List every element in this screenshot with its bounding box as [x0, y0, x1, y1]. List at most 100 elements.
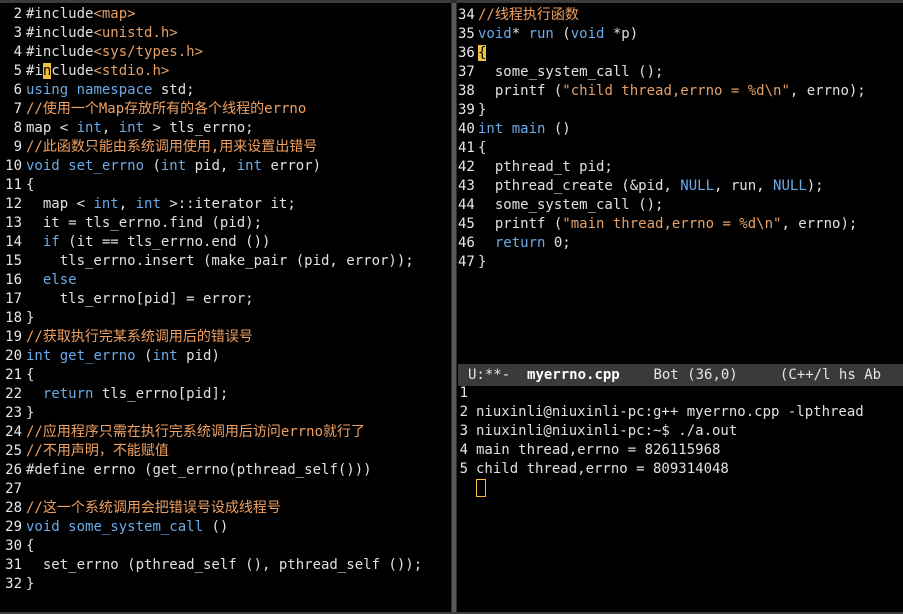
code-line[interactable]: 24//应用程序只需在执行完系统调用后访问errno就行了	[0, 423, 365, 442]
code-line[interactable]: 8 map < int, int > tls_errno;	[0, 119, 254, 138]
code-line[interactable]: 34//线程执行函数	[458, 6, 579, 25]
code-keyword: int	[236, 158, 263, 174]
code-line[interactable]: 43 pthread_create (&pid, NULL, run, NULL…	[458, 177, 824, 196]
code-string: <map>	[93, 6, 136, 22]
code-string: <stdio.h>	[93, 63, 170, 79]
terminal-line[interactable]: 5 child thread,errno = 809314048	[458, 460, 729, 479]
code-text: (it == tls_errno.end ())	[59, 234, 271, 250]
code-line[interactable]: 35 void* run (void *p)	[458, 25, 638, 44]
code-text: tls_errno[pid];	[93, 386, 229, 402]
code-line[interactable]: 17 tls_errno[pid] = error;	[0, 290, 253, 309]
code-line[interactable]: 5 #include<stdio.h>	[0, 62, 169, 81]
line-number: 12	[5, 196, 22, 212]
code-line[interactable]: 46 return 0;	[458, 234, 571, 253]
code-line[interactable]: 12 map < int, int >::iterator it;	[0, 195, 296, 214]
code-line[interactable]: 11{	[0, 176, 34, 195]
buffer-filename[interactable]: myerrno.cpp	[527, 367, 620, 383]
line-number: 32	[5, 576, 22, 592]
code-line[interactable]: 25//不用声明，不能赋值	[0, 442, 169, 461]
code-keyword: int	[160, 158, 187, 174]
line-number: 39	[458, 102, 475, 118]
mode-line-text: U:**- myerrno.cpp Bot (36,0) (C++/l hs A…	[468, 364, 881, 386]
line-number: 45	[458, 216, 475, 232]
vertical-scrollbar[interactable]	[452, 3, 456, 613]
code-line[interactable]: 4 #include<sys/types.h>	[0, 43, 203, 62]
code-text: (	[135, 348, 153, 364]
code-text: }	[478, 102, 487, 118]
code-text: clude	[51, 63, 94, 79]
terminal-line[interactable]: 4 main thread,errno = 826115968	[458, 441, 721, 460]
code-line[interactable]: 32}	[0, 575, 34, 594]
code-line[interactable]: 15 tls_errno.insert (make_pair (pid, err…	[0, 252, 414, 271]
line-number: 4	[13, 44, 22, 60]
code-keyword: int	[93, 196, 119, 212]
code-line[interactable]: 18}	[0, 309, 34, 328]
left-editor-pane[interactable]: 2 #include<map> 3 #include<unistd.h> 4 #inclu…	[0, 0, 450, 614]
code-string: "main thread,errno = %d\n"	[562, 216, 782, 232]
code-line[interactable]: 37 some_system_call ();	[458, 63, 663, 82]
code-line[interactable]: 26 #define errno (get_errno(pthread_self(…	[0, 461, 371, 480]
code-keyword: set_errno	[68, 158, 145, 174]
code-line[interactable]: 39}	[458, 101, 486, 120]
code-line[interactable]: 42 pthread_t pid;	[458, 158, 613, 177]
code-line[interactable]: 16 else	[0, 271, 76, 290]
code-text: std;	[152, 82, 195, 98]
right-editor-pane[interactable]: 34//线程执行函数 35 void* run (void *p) 36{37 som…	[458, 0, 903, 360]
code-line[interactable]: 7//使用一个Map存放所有的各个线程的errno	[0, 100, 307, 119]
code-line[interactable]: 22 return tls_errno[pid];	[0, 385, 228, 404]
line-number: 34	[458, 7, 475, 23]
code-text: >::iterator it;	[160, 196, 296, 212]
terminal-pane[interactable]: 1 2 niuxinli@niuxinli-pc:g++ myerrno.cpp -…	[458, 386, 903, 614]
terminal-cursor[interactable]	[476, 479, 486, 497]
code-line[interactable]: 23}	[0, 404, 34, 423]
code-line[interactable]: 19//获取执行完某系统调用后的错误号	[0, 328, 253, 347]
code-keyword: NULL	[773, 178, 807, 194]
code-line[interactable]: 14 if (it == tls_errno.end ())	[0, 233, 270, 252]
line-number: 36	[458, 45, 475, 61]
code-keyword: get_errno	[59, 348, 136, 364]
code-line[interactable]: 27	[0, 480, 26, 499]
major-mode[interactable]: (C++/l hs Ab	[780, 367, 881, 383]
code-line[interactable]: 29 void some_system_call ()	[0, 518, 228, 537]
code-text: , run,	[714, 178, 774, 194]
code-line[interactable]: 21{	[0, 366, 34, 385]
code-line[interactable]: 41{	[458, 139, 486, 158]
code-text: pid,	[186, 158, 237, 174]
code-text: *	[511, 26, 529, 42]
code-line[interactable]: 9//此函数只能由系统调用使用,用来设置出错号	[0, 138, 318, 157]
code-line[interactable]: 47}	[458, 253, 486, 272]
code-line[interactable]: 13 it = tls_errno.find (pid);	[0, 214, 262, 233]
buffer-status: U:**-	[468, 367, 511, 383]
line-number: 18	[5, 310, 22, 326]
code-keyword: main	[511, 121, 546, 137]
code-line[interactable]: 20 int get_errno (int pid)	[0, 347, 220, 366]
code-line[interactable]: 38 printf ("child thread,errno = %d\n", …	[458, 82, 866, 101]
code-text: > tls_errno;	[144, 120, 254, 136]
code-line[interactable]: 45 printf ("main thread,errno = %d\n", e…	[458, 215, 857, 234]
terminal-line[interactable]: 1	[458, 386, 476, 403]
line-number: 1	[459, 386, 468, 401]
code-line[interactable]: 10 void set_errno (int pid, int error)	[0, 157, 321, 176]
code-keyword: namespace	[76, 82, 153, 98]
code-keyword: return	[42, 386, 94, 402]
code-line[interactable]: 6 using namespace std;	[0, 81, 195, 100]
code-line[interactable]: 44 some_system_call ();	[458, 196, 663, 215]
code-line[interactable]: 31 set_errno (pthread_self (), pthread_s…	[0, 556, 422, 575]
code-line[interactable]: 3 #include<unistd.h>	[0, 24, 178, 43]
code-keyword: void	[26, 158, 60, 174]
code-line[interactable]: 2 #include<map>	[0, 5, 136, 24]
code-line[interactable]: 40 int main ()	[458, 120, 571, 139]
code-comment: //不用声明，不能赋值	[26, 443, 169, 459]
line-number: 10	[5, 158, 22, 174]
line-number: 5	[13, 63, 22, 79]
terminal-line[interactable]: 2 niuxinli@niuxinli-pc:g++ myerrno.cpp -l…	[458, 403, 864, 422]
code-line[interactable]: 28//这一个系统调用会把错误号设成线程号	[0, 499, 281, 518]
code-line[interactable]: 30{	[0, 537, 34, 556]
code-text: #include	[26, 25, 94, 41]
terminal-input-line[interactable]	[458, 479, 486, 498]
code-line[interactable]: 36{	[458, 44, 487, 63]
buffer-position: Bot (36,0)	[653, 367, 738, 383]
terminal-line[interactable]: 3 niuxinli@niuxinli-pc:~$ ./a.out	[458, 422, 738, 441]
